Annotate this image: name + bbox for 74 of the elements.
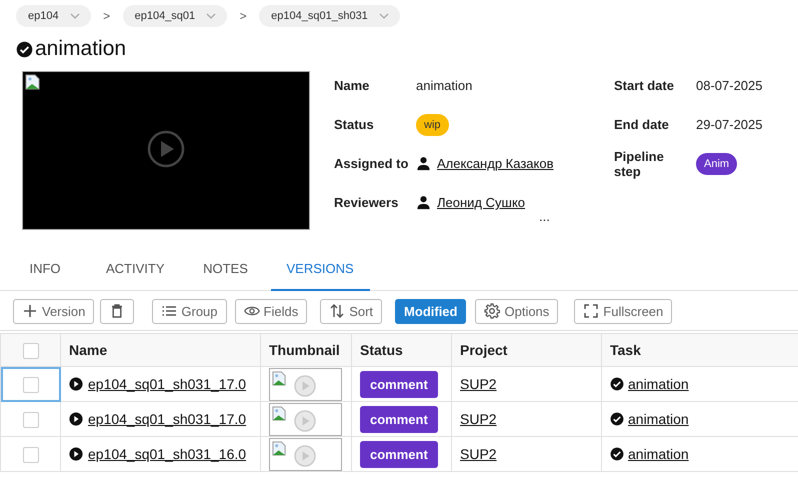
broken-image-icon <box>272 406 287 420</box>
user-link[interactable]: Александр Казаков <box>437 156 554 171</box>
play-icon[interactable] <box>147 130 185 168</box>
row-checkbox[interactable] <box>22 446 38 463</box>
breadcrumb-dropdown[interactable]: ep104 <box>16 5 91 27</box>
field-label: Start date <box>614 78 674 93</box>
column-header: Thumbnail <box>269 342 340 358</box>
more-indicator: ... <box>539 209 550 224</box>
toolbar-button[interactable]: Fullscreen <box>574 298 672 324</box>
row-checkbox[interactable] <box>22 376 38 393</box>
thumbnail[interactable] <box>269 438 342 470</box>
field-label: Reviewers <box>334 195 398 210</box>
field-label: Status <box>334 117 374 132</box>
tab[interactable]: VERSIONS <box>270 248 370 291</box>
video-player[interactable] <box>22 71 310 230</box>
task-link[interactable]: animation <box>628 376 689 392</box>
play-icon <box>69 447 83 461</box>
thumbnail[interactable] <box>269 402 342 436</box>
field-label: Pipeline step <box>614 148 665 178</box>
field-value: 08-07-2025 <box>696 78 762 93</box>
column-header: Project <box>460 342 508 358</box>
field-value: animation <box>416 78 472 93</box>
toolbar-button[interactable]: Version <box>13 298 94 324</box>
fullscreen-icon <box>583 303 600 319</box>
select-all-checkbox[interactable] <box>22 342 38 359</box>
toolbar-button[interactable]: Fields <box>234 298 308 324</box>
status-badge: comment <box>360 370 438 398</box>
focused-cell[interactable] <box>0 366 60 402</box>
play-icon <box>69 377 83 391</box>
play-icon <box>69 412 83 426</box>
breadcrumb-separator: > <box>238 9 248 23</box>
status-badge: comment <box>360 440 438 468</box>
field-label: Assigned to <box>334 156 408 171</box>
status-badge: comment <box>360 406 438 432</box>
field-value: 29-07-2025 <box>696 117 762 132</box>
status-badge: Anim <box>696 152 738 174</box>
field-label: Name <box>334 78 370 93</box>
task-link[interactable]: animation <box>628 446 689 462</box>
task-link[interactable]: animation <box>628 411 689 427</box>
project-link[interactable]: SUP2 <box>460 376 497 392</box>
breadcrumb-separator: > <box>102 9 112 23</box>
project-link[interactable]: SUP2 <box>460 411 497 427</box>
toolbar-button[interactable]: Sort <box>320 298 382 324</box>
row-checkbox[interactable] <box>22 412 38 428</box>
check-circle-icon <box>610 377 624 391</box>
column-header: Name <box>69 342 108 358</box>
sort-icon <box>329 303 346 319</box>
thumbnail[interactable] <box>269 368 342 400</box>
breadcrumb-dropdown[interactable]: ep104_sq01 <box>122 5 228 27</box>
person-icon <box>416 156 431 171</box>
column-header: Status <box>360 342 403 358</box>
toolbar-button[interactable]: Modified <box>395 298 466 324</box>
plus-icon <box>22 303 38 319</box>
check-circle-icon <box>610 447 624 461</box>
field-label: End date <box>614 117 669 132</box>
tab[interactable]: NOTES <box>180 248 271 291</box>
check-circle-icon <box>610 412 624 426</box>
broken-image-icon <box>272 440 287 456</box>
project-link[interactable]: SUP2 <box>460 446 497 462</box>
delete-button[interactable] <box>100 298 134 324</box>
gear-icon <box>484 303 500 319</box>
tab[interactable]: ACTIVITY <box>90 248 181 291</box>
tab[interactable]: INFO <box>0 248 90 291</box>
status-badge: wip <box>416 114 449 136</box>
broken-image-icon <box>25 74 41 90</box>
check-circle-icon <box>16 40 33 58</box>
breadcrumb-dropdown[interactable]: ep104_sq01_sh031 <box>259 5 400 27</box>
toolbar-button[interactable]: Options <box>475 298 558 324</box>
person-icon <box>416 195 431 210</box>
user-link[interactable]: Леонид Сушко <box>437 195 526 210</box>
toolbar-button[interactable]: Group <box>152 298 227 324</box>
page-title: animation <box>35 37 126 61</box>
column-header: Task <box>610 342 641 358</box>
broken-image-icon <box>272 370 287 386</box>
